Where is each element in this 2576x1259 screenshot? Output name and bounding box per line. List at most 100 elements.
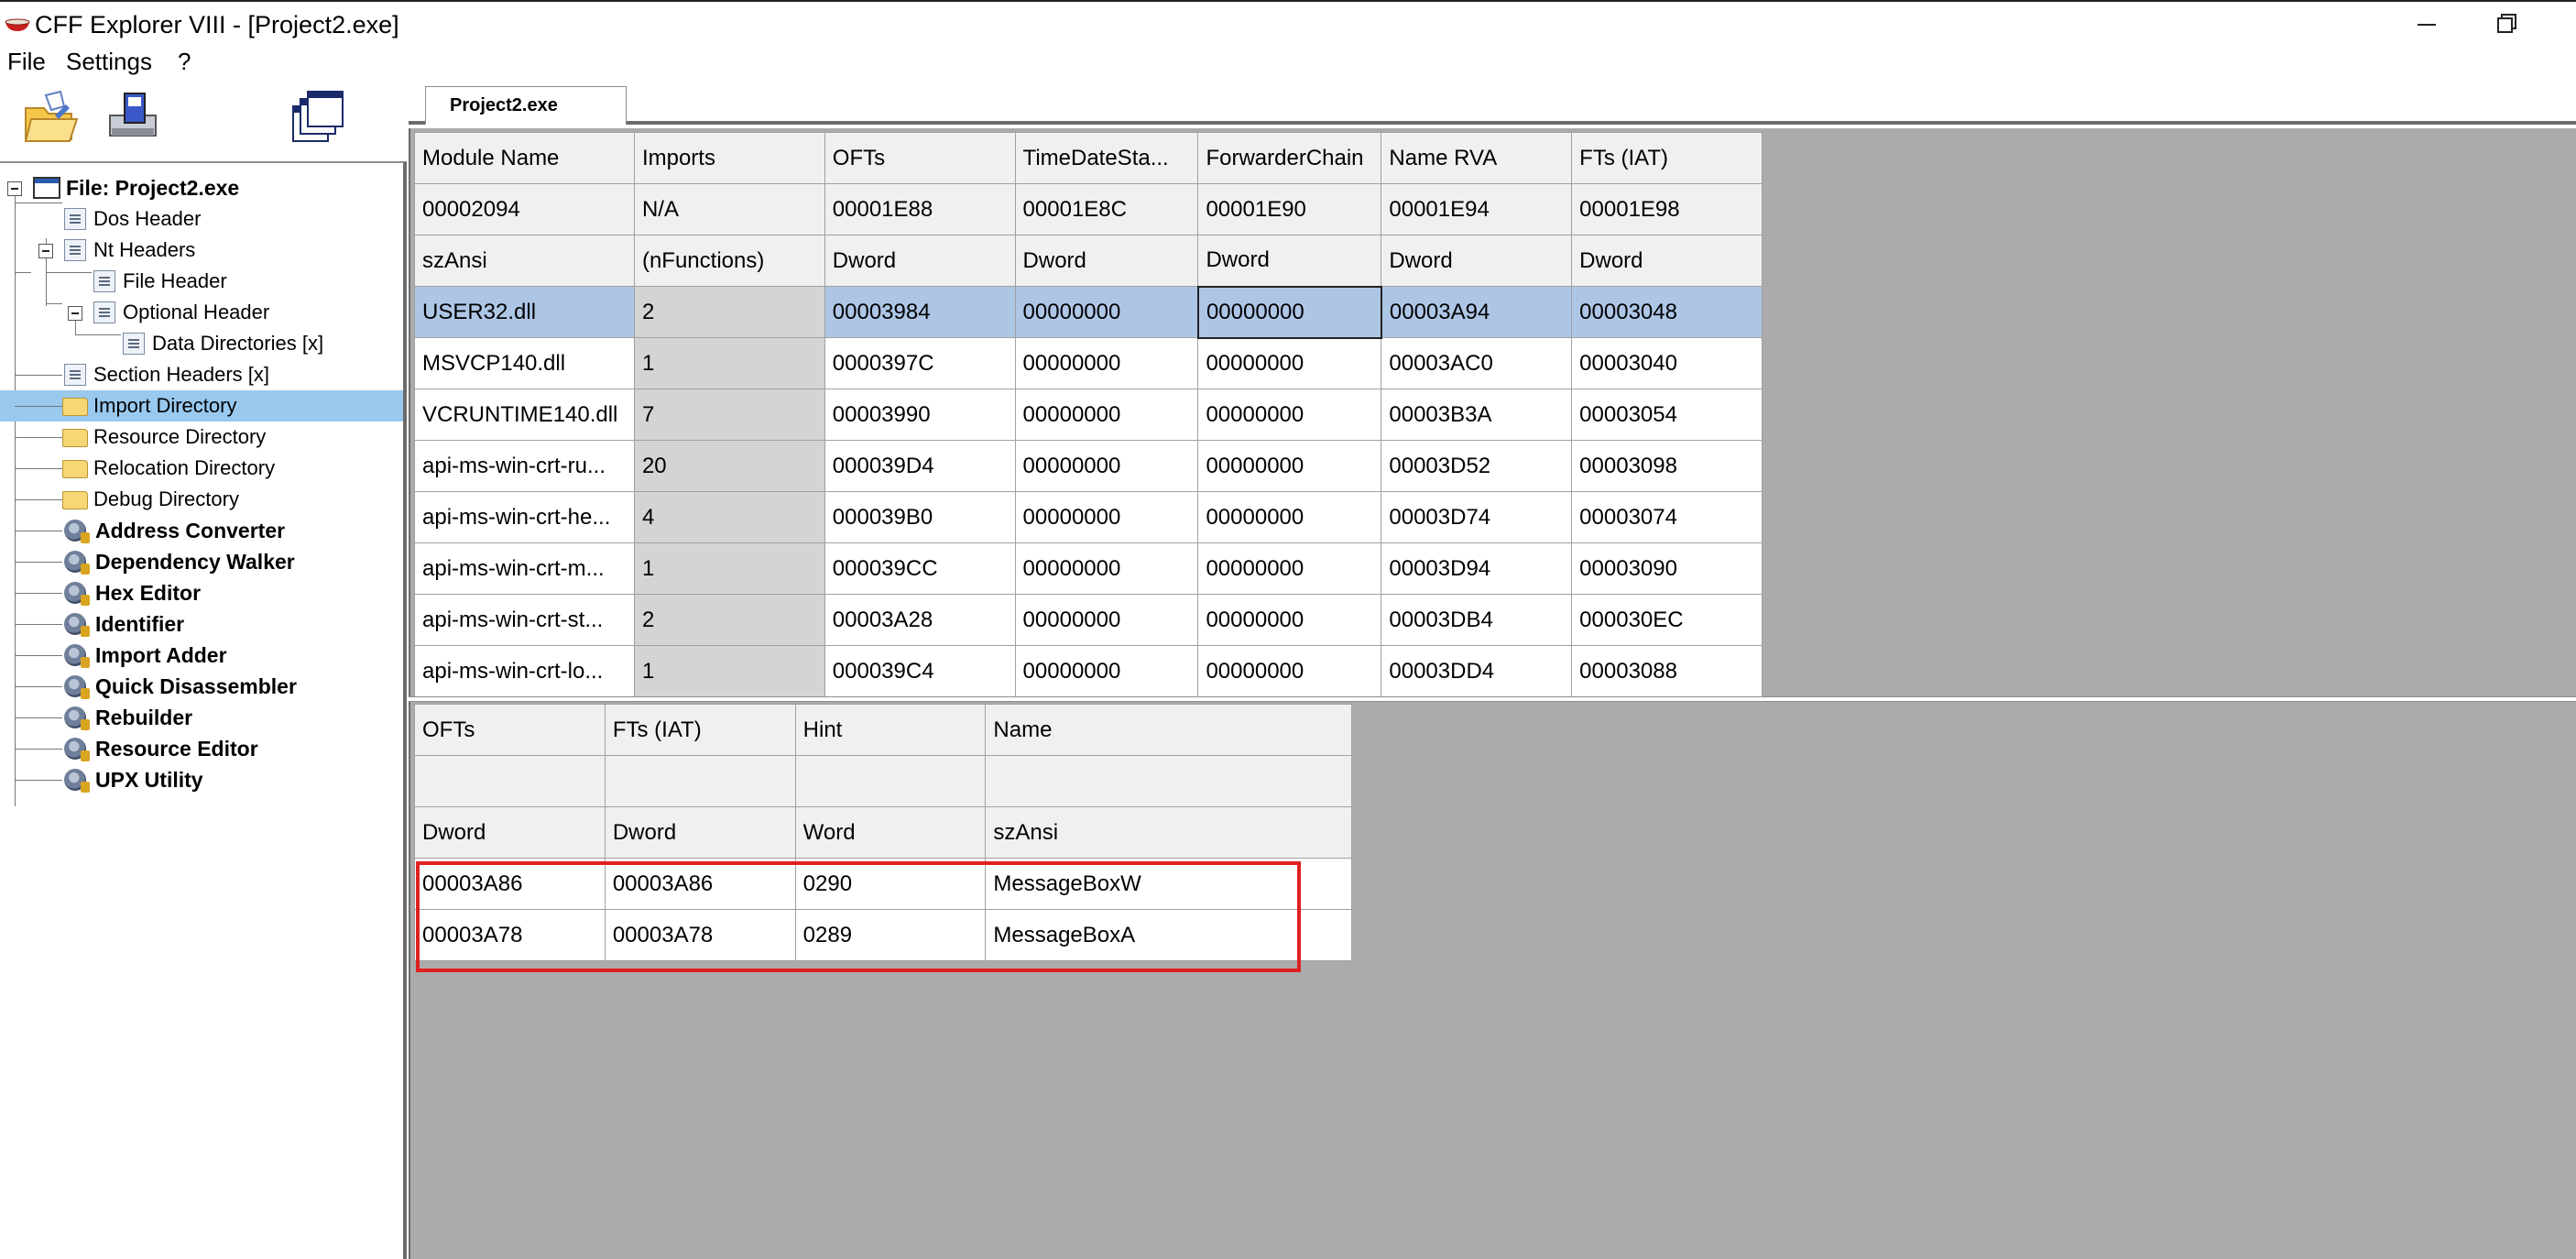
table-cell[interactable]: 00003D94 bbox=[1381, 542, 1573, 595]
table-cell[interactable]: 1 bbox=[633, 645, 825, 697]
tab-project2[interactable]: Project2.exe bbox=[425, 86, 627, 125]
table-cell[interactable]: 00003A78 bbox=[414, 909, 606, 961]
table-cell[interactable]: 00000000 bbox=[1014, 491, 1199, 543]
table-cell[interactable]: 000039C4 bbox=[824, 645, 1016, 697]
table-cell[interactable]: 00003B3A bbox=[1381, 389, 1573, 441]
tree-item-dependency-walker[interactable]: Dependency Walker bbox=[0, 546, 403, 577]
save-button[interactable] bbox=[103, 88, 167, 148]
table-cell[interactable]: 1 bbox=[633, 337, 825, 389]
column-header[interactable]: FTs (IAT) bbox=[1571, 132, 1763, 184]
table-cell[interactable]: 00003990 bbox=[824, 389, 1016, 441]
table-row[interactable]: 00003A78 00003A78 0289 MessageBoxA bbox=[414, 909, 1352, 961]
table-cell[interactable]: api-ms-win-crt-ru... bbox=[414, 440, 635, 492]
table-cell[interactable]: 00003DB4 bbox=[1381, 594, 1573, 646]
table-cell[interactable]: 00003054 bbox=[1571, 389, 1763, 441]
table-row[interactable]: api-ms-win-crt-ru... 20 000039D4 0000000… bbox=[414, 440, 1763, 492]
table-cell[interactable]: 4 bbox=[633, 491, 825, 543]
table-cell[interactable]: 00000000 bbox=[1197, 645, 1382, 697]
table-cell[interactable]: 00000000 bbox=[1014, 645, 1199, 697]
table-cell[interactable]: 0289 bbox=[794, 909, 987, 961]
table-cell[interactable]: 000030EC bbox=[1571, 594, 1763, 646]
table-cell[interactable]: 00003A86 bbox=[604, 858, 796, 910]
tree-item-rebuilder[interactable]: Rebuilder bbox=[0, 702, 403, 733]
column-header[interactable]: Imports bbox=[633, 132, 825, 184]
tree-item-debug-directory[interactable]: Debug Directory bbox=[0, 484, 403, 515]
tree-item-import-adder[interactable]: Import Adder bbox=[0, 640, 403, 671]
table-cell[interactable]: api-ms-win-crt-lo... bbox=[414, 645, 635, 697]
tree-item-import-directory[interactable]: Import Directory bbox=[0, 390, 403, 421]
table-cell[interactable]: 00000000 bbox=[1197, 491, 1382, 543]
table-cell[interactable]: 00003A78 bbox=[604, 909, 796, 961]
open-button[interactable] bbox=[18, 88, 82, 148]
table-cell[interactable]: MessageBoxW bbox=[985, 858, 1352, 910]
tree-item-resource-directory[interactable]: Resource Directory bbox=[0, 421, 403, 453]
table-cell[interactable]: api-ms-win-crt-he... bbox=[414, 491, 635, 543]
table-cell[interactable]: 00003D74 bbox=[1381, 491, 1573, 543]
column-header[interactable]: FTs (IAT) bbox=[604, 704, 796, 756]
table-cell[interactable]: 00000000 bbox=[1197, 542, 1382, 595]
table-cell[interactable]: api-ms-win-crt-m... bbox=[414, 542, 635, 595]
table-cell[interactable]: 00003D52 bbox=[1381, 440, 1573, 492]
column-header[interactable]: Name RVA bbox=[1381, 132, 1573, 184]
tree-item-resource-editor[interactable]: Resource Editor bbox=[0, 733, 403, 764]
collapse-icon[interactable] bbox=[68, 306, 82, 321]
table-cell[interactable]: 0000397C bbox=[824, 337, 1016, 389]
collapse-icon[interactable] bbox=[38, 244, 53, 258]
table-row[interactable]: MSVCP140.dll 1 0000397C 00000000 0000000… bbox=[414, 337, 1763, 389]
menu-help[interactable]: ? bbox=[178, 46, 191, 77]
tree-item-dos-header[interactable]: Dos Header bbox=[0, 203, 403, 235]
table-cell[interactable]: 00003A86 bbox=[414, 858, 606, 910]
table-cell[interactable]: MessageBoxA bbox=[985, 909, 1352, 961]
table-cell[interactable]: 00000000 bbox=[1014, 440, 1199, 492]
table-cell[interactable]: 00000000 bbox=[1014, 286, 1199, 338]
table-cell[interactable]: 000039CC bbox=[824, 542, 1016, 595]
table-cell[interactable]: 00003DD4 bbox=[1381, 645, 1573, 697]
table-row[interactable]: api-ms-win-crt-st... 2 00003A28 00000000… bbox=[414, 594, 1763, 646]
table-row[interactable]: api-ms-win-crt-he... 4 000039B0 00000000… bbox=[414, 491, 1763, 543]
tree-item-relocation-directory[interactable]: Relocation Directory bbox=[0, 453, 403, 484]
table-cell[interactable]: 00003A28 bbox=[824, 594, 1016, 646]
tree-item-optional-header[interactable]: Optional Header bbox=[0, 297, 403, 328]
column-header[interactable]: OFTs bbox=[824, 132, 1016, 184]
table-row[interactable]: 00003A86 00003A86 0290 MessageBoxW bbox=[414, 858, 1352, 910]
table-cell[interactable]: 00000000 bbox=[1014, 542, 1199, 595]
table-cell[interactable]: 00003098 bbox=[1571, 440, 1763, 492]
column-header[interactable]: OFTs bbox=[414, 704, 606, 756]
table-cell[interactable]: 00003984 bbox=[824, 286, 1016, 338]
table-cell[interactable]: USER32.dll bbox=[414, 286, 635, 338]
table-cell[interactable]: 0290 bbox=[794, 858, 987, 910]
tree-item-file-root[interactable]: File: Project2.exe bbox=[0, 172, 403, 203]
tree-item-nt-headers[interactable]: Nt Headers bbox=[0, 235, 403, 266]
table-cell[interactable]: 00000000 bbox=[1197, 594, 1382, 646]
tree-item-file-header[interactable]: File Header bbox=[0, 266, 403, 297]
table-cell[interactable]: 00000000 bbox=[1197, 440, 1382, 492]
tree-item-identifier[interactable]: Identifier bbox=[0, 608, 403, 640]
table-row[interactable]: api-ms-win-crt-lo... 1 000039C4 00000000… bbox=[414, 645, 1763, 697]
table-cell[interactable]: 00003048 bbox=[1571, 286, 1763, 338]
panel-splitter[interactable] bbox=[409, 696, 2576, 702]
focused-cell[interactable]: 00000000 bbox=[1196, 285, 1382, 339]
tree-item-section-headers[interactable]: Section Headers [x] bbox=[0, 359, 403, 390]
tree-item-quick-disassembler[interactable]: Quick Disassembler bbox=[0, 671, 403, 702]
table-cell[interactable]: 00003AC0 bbox=[1381, 337, 1573, 389]
minimize-button[interactable] bbox=[2404, 7, 2450, 40]
tree-item-upx-utility[interactable]: UPX Utility bbox=[0, 764, 403, 795]
column-header[interactable]: Name bbox=[985, 704, 1352, 756]
table-cell[interactable]: 000039B0 bbox=[824, 491, 1016, 543]
table-cell[interactable]: 00003A94 bbox=[1381, 286, 1573, 338]
table-cell[interactable]: VCRUNTIME140.dll bbox=[414, 389, 635, 441]
table-cell[interactable]: 00000000 bbox=[1014, 337, 1199, 389]
table-row[interactable]: USER32.dll 2 00003984 00000000 00000000 … bbox=[414, 285, 1763, 339]
column-header[interactable]: ForwarderChain bbox=[1197, 132, 1382, 184]
windows-button[interactable] bbox=[286, 88, 350, 148]
table-cell[interactable]: 7 bbox=[633, 389, 825, 441]
table-cell[interactable]: 00003088 bbox=[1571, 645, 1763, 697]
tree-item-address-converter[interactable]: Address Converter bbox=[0, 515, 403, 546]
table-cell[interactable]: 000039D4 bbox=[824, 440, 1016, 492]
table-row[interactable]: api-ms-win-crt-m... 1 000039CC 00000000 … bbox=[414, 542, 1763, 595]
table-cell[interactable]: 1 bbox=[633, 542, 825, 595]
table-cell[interactable]: 00003040 bbox=[1571, 337, 1763, 389]
restore-button[interactable] bbox=[2484, 7, 2530, 40]
table-cell[interactable]: 20 bbox=[633, 440, 825, 492]
table-cell[interactable]: 00000000 bbox=[1014, 389, 1199, 441]
